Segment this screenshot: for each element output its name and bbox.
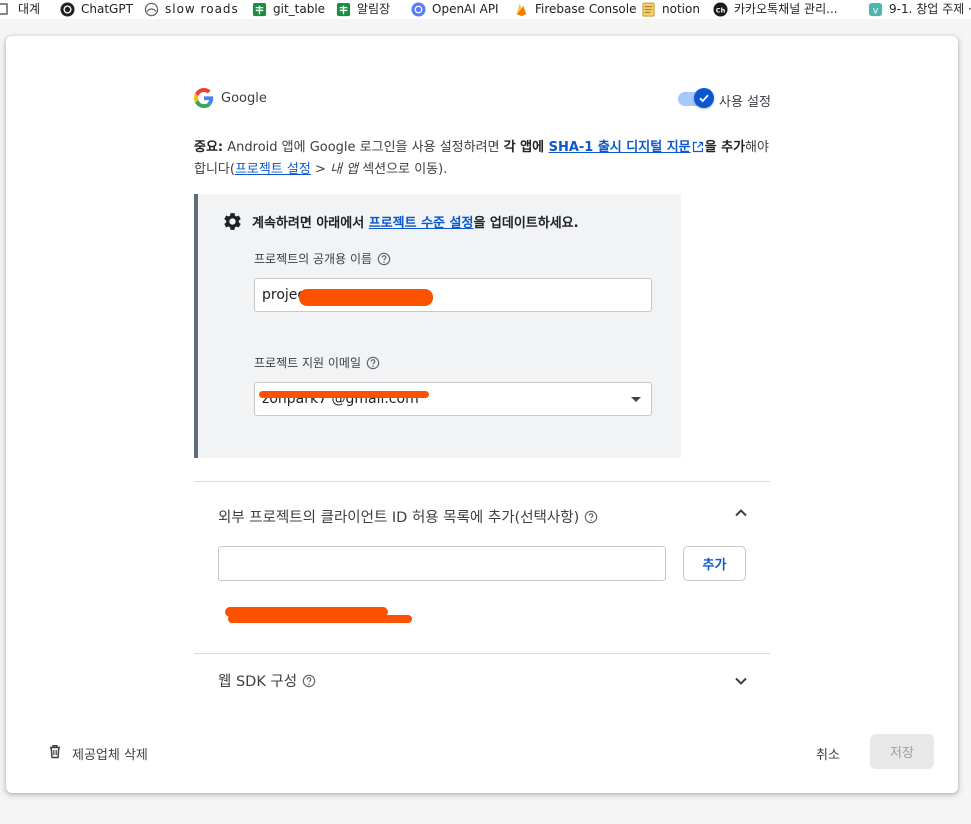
notion-icon (641, 2, 656, 17)
delete-provider-button[interactable]: 제공업체 삭제 (48, 744, 148, 763)
public-name-input[interactable]: projec (254, 278, 652, 312)
help-icon[interactable] (377, 252, 391, 266)
enable-toggle-label: 사용 설정 (719, 95, 771, 110)
redaction-mark (259, 391, 429, 398)
web-sdk-section-header[interactable]: 웹 SDK 구성 (218, 670, 316, 691)
web-sdk-title: 웹 SDK 구성 (218, 674, 298, 690)
bookmark-kakao-channel[interactable]: Ch 카카오톡채널 관리... (713, 1, 838, 17)
project-setup-panel (194, 194, 681, 458)
project-settings-link[interactable]: 프로젝트 설정 (235, 162, 311, 177)
sha1-fingerprint-link[interactable]: SHA-1 출시 디지털 지문 (549, 140, 691, 155)
check-icon (699, 94, 709, 103)
enable-toggle[interactable] (694, 88, 714, 108)
notice-text-4: 섹션으로 이동). (358, 162, 448, 177)
trash-icon (48, 744, 62, 763)
notice-bold-2: 을 추가 (704, 140, 746, 155)
chevron-down-icon[interactable] (734, 674, 748, 688)
support-email-label: 프로젝트 지원 이메일 (254, 354, 380, 371)
openai-icon (411, 1, 426, 17)
provider-name: Google (221, 91, 267, 106)
support-email-select[interactable]: zonpark7 @gmail.com (254, 382, 652, 416)
client-ids-title: 외부 프로젝트의 클라이언트 ID 허용 목록에 추가(선택사항) (218, 510, 580, 526)
add-client-id-button[interactable]: 추가 (683, 546, 746, 581)
section-divider (194, 481, 770, 482)
redaction-mark (299, 289, 433, 306)
help-icon[interactable] (366, 356, 380, 370)
chevron-up-icon[interactable] (734, 506, 748, 520)
sha1-notice: 중요: Android 앱에 Google 로그인을 사용 설정하려면 각 앱에… (194, 138, 774, 180)
provider-config-dialog: Google 사용 설정 중요: Android 앱에 Google 로그인을 … (6, 36, 958, 793)
cancel-button[interactable]: 취소 (806, 738, 850, 768)
notice-bold: 각 앱에 (503, 140, 549, 155)
bookmark-notion[interactable]: notion (641, 1, 700, 17)
public-name-label-text: 프로젝트의 공개용 이름 (254, 252, 373, 266)
dropdown-arrow-icon (631, 397, 641, 402)
notice-text: Android 앱에 Google 로그인을 사용 설정하려면 (223, 140, 504, 155)
bookmarks-bar: 대계 ChatGPT slow roads git_table 알림장 Open… (0, 0, 971, 19)
project-level-settings-link[interactable]: 프로젝트 수준 설정 (369, 216, 474, 231)
bookmark-firebase-console[interactable]: Firebase Console (514, 1, 636, 17)
bookmark-slow-roads[interactable]: slow roads (144, 1, 239, 17)
sheets-icon (252, 2, 267, 17)
section-divider (194, 653, 770, 654)
gear-icon (222, 211, 243, 236)
bookmark-daegye[interactable]: 대계 (0, 1, 40, 17)
notice-prefix: 중요: (194, 140, 224, 155)
sheets-icon (336, 2, 351, 17)
bookmark-alrimjang[interactable]: 알림장 (336, 1, 390, 17)
svg-text:v: v (873, 5, 879, 16)
support-email-label-text: 프로젝트 지원 이메일 (254, 356, 361, 370)
client-ids-section-header[interactable]: 외부 프로젝트의 클라이언트 ID 허용 목록에 추가(선택사항) (218, 506, 598, 527)
google-logo-icon (194, 88, 214, 112)
public-name-label: 프로젝트의 공개용 이름 (254, 250, 391, 267)
v-app-icon: v (868, 2, 883, 17)
delete-provider-label: 제공업체 삭제 (72, 748, 148, 763)
open-in-new-icon (692, 140, 704, 160)
setup-title-prefix: 계속하려면 아래에서 (252, 216, 369, 231)
kakao-channel-icon: Ch (713, 1, 728, 17)
redacted-client-id (228, 615, 412, 623)
svg-text:Ch: Ch (716, 6, 726, 14)
bookmark-openai-api[interactable]: OpenAI API (411, 1, 499, 17)
notice-text-3: > (310, 162, 331, 177)
firebase-icon (514, 2, 529, 17)
help-icon[interactable] (584, 510, 598, 524)
slow-roads-icon (144, 2, 159, 17)
bookmark-startup-topic[interactable]: v 9-1. 창업 주제 · (868, 1, 971, 17)
help-icon[interactable] (302, 674, 316, 688)
chatgpt-icon (60, 1, 75, 17)
bookmark-git-table[interactable]: git_table (252, 1, 325, 17)
notice-my-apps: 내 앱 (330, 162, 359, 177)
folder-icon (0, 2, 10, 17)
bookmark-chatgpt[interactable]: ChatGPT (60, 1, 133, 17)
setup-title: 계속하려면 아래에서 프로젝트 수준 설정을 업데이트하세요. (252, 212, 579, 231)
client-id-input[interactable] (218, 546, 666, 581)
setup-title-suffix: 을 업데이트하세요. (473, 216, 579, 231)
save-button[interactable]: 저장 (870, 734, 934, 769)
